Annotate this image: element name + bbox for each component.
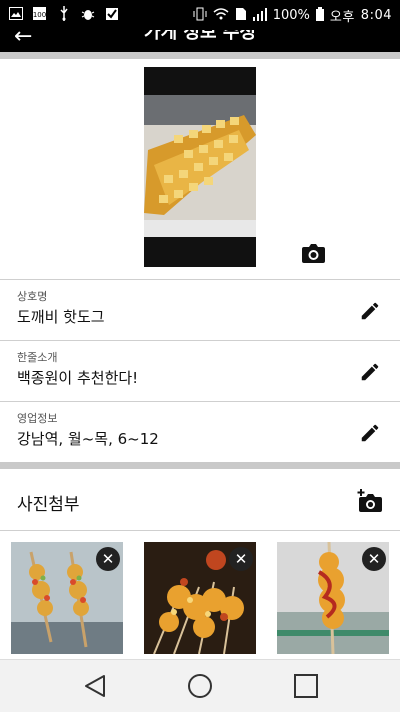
system-nav-bar	[0, 659, 400, 712]
section-divider	[0, 52, 400, 59]
attached-photo-3[interactable]: ✕	[277, 542, 389, 654]
gallery-icon	[8, 6, 23, 21]
hotdog-image	[144, 95, 256, 237]
status-bar: 100 100% 오후 8:04	[0, 0, 400, 30]
check-flag-icon	[104, 6, 119, 21]
usb-icon	[56, 6, 71, 21]
field-row-intro: 한줄소개 백종원이 추천한다!	[0, 340, 400, 401]
100-icon: 100	[32, 6, 47, 21]
app-bar: ← 가게 정보 수정	[0, 30, 400, 52]
attached-photo-1[interactable]: ✕	[11, 542, 123, 654]
status-icons-right: 100% 오후 8:04	[193, 6, 392, 25]
edit-icon[interactable]	[359, 361, 381, 383]
attach-label: 사진첨부	[17, 495, 80, 515]
battery-text: 100%	[272, 8, 310, 23]
status-ampm: 오후	[329, 10, 355, 25]
camera-icon[interactable]	[301, 242, 326, 264]
add-photo-icon[interactable]	[357, 489, 383, 513]
battery-icon	[315, 6, 324, 25]
close-icon[interactable]: ✕	[229, 547, 253, 571]
edit-icon[interactable]	[359, 422, 381, 444]
photo-attach-section: 사진첨부	[0, 470, 400, 531]
field-row-store-name: 상호명 도깨비 핫도그	[0, 279, 400, 340]
close-icon[interactable]: ✕	[362, 547, 386, 571]
close-icon[interactable]: ✕	[96, 547, 120, 571]
edit-icon[interactable]	[359, 300, 381, 322]
status-icons-left: 100	[8, 6, 119, 21]
field-value: 도깨비 핫도그	[17, 308, 105, 326]
home-circle-icon[interactable]	[186, 672, 214, 700]
section-divider	[0, 462, 400, 469]
attached-photo-2[interactable]: ✕	[144, 542, 256, 654]
store-main-photo[interactable]	[144, 67, 256, 267]
field-value: 백종원이 추천한다!	[17, 369, 139, 387]
signal-icon	[252, 7, 267, 25]
wifi-icon	[213, 7, 229, 25]
vibrate-icon	[193, 7, 207, 25]
sim-icon	[235, 7, 247, 25]
page-title: 가게 정보 수정	[144, 30, 256, 43]
field-label: 상호명	[17, 290, 48, 303]
field-label: 영업정보	[17, 412, 58, 425]
recents-square-icon[interactable]	[292, 672, 320, 700]
field-label: 한줄소개	[17, 351, 58, 364]
field-row-business-info: 영업정보 강남역, 월~목, 6~12	[0, 401, 400, 462]
back-triangle-icon[interactable]	[82, 672, 110, 700]
status-time: 8:04	[360, 8, 392, 23]
svg-text:100: 100	[33, 11, 46, 19]
field-value: 강남역, 월~목, 6~12	[17, 430, 159, 448]
bug-icon	[80, 6, 95, 21]
